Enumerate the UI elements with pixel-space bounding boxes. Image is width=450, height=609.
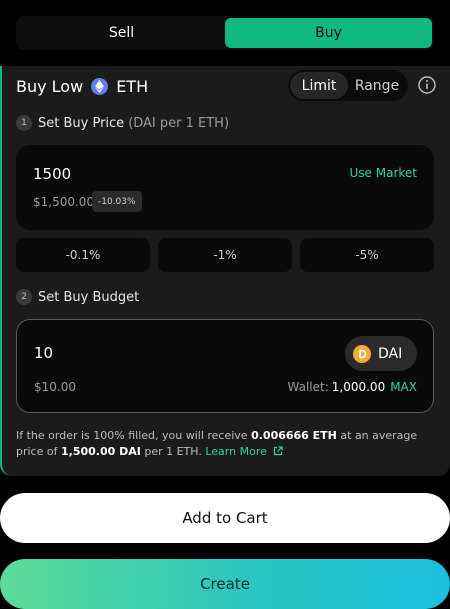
step-number: 1: [16, 115, 32, 131]
price-input[interactable]: 1500: [33, 165, 71, 183]
buy-budget-field[interactable]: 10 DAI $10.00 Wallet: 1,000.00 MAX: [16, 319, 434, 413]
wallet-balance: Wallet: 1,000.00 MAX: [288, 380, 417, 394]
add-to-cart-button[interactable]: Add to Cart: [0, 493, 450, 543]
price-change-badge: -10.03%: [92, 191, 142, 212]
token-selector[interactable]: DAI: [345, 336, 417, 371]
mode-range-tab[interactable]: Range: [348, 72, 406, 99]
step-sublabel: (DAI per 1 ETH): [128, 115, 230, 131]
adjust-0-1-button[interactable]: -0.1%: [16, 238, 150, 272]
order-title: Buy Low: [16, 76, 84, 96]
order-summary: If the order is 100% filled, you will re…: [16, 428, 426, 460]
sell-tab[interactable]: Sell: [18, 18, 225, 48]
buy-price-field[interactable]: 1500 Use Market $1,500.00 -10.03%: [16, 145, 434, 230]
step-label: Set Buy Budget: [38, 289, 140, 305]
step-buy-price: 1 Set Buy Price (DAI per 1 ETH): [16, 115, 229, 131]
budget-usd-value: $10.00: [34, 380, 76, 394]
info-icon[interactable]: [418, 76, 436, 94]
eth-icon: [91, 77, 109, 95]
learn-more-link[interactable]: Learn More: [205, 445, 283, 458]
step-buy-budget: 2 Set Buy Budget: [16, 289, 139, 305]
create-button[interactable]: Create: [0, 559, 450, 609]
step-label: Set Buy Price: [38, 115, 125, 131]
use-market-button[interactable]: Use Market: [350, 166, 417, 180]
summary-text: per 1 ETH.: [140, 445, 206, 458]
summary-price: 1,500.00 DAI: [60, 445, 141, 458]
step-number: 2: [16, 289, 32, 305]
adjust-5-button[interactable]: -5%: [300, 238, 434, 272]
wallet-label: Wallet:: [287, 380, 329, 394]
max-button[interactable]: MAX: [390, 380, 417, 394]
mode-limit-tab[interactable]: Limit: [290, 72, 348, 99]
summary-text: If the order is 100% filled, you will re…: [16, 429, 252, 442]
order-mode-toggle: Limit Range: [288, 70, 408, 101]
budget-input[interactable]: 10: [34, 344, 53, 362]
buy-tab[interactable]: Buy: [225, 18, 432, 48]
adjust-1-button[interactable]: -1%: [158, 238, 292, 272]
side-toggle: Sell Buy: [16, 16, 434, 50]
token-label: DAI: [378, 345, 403, 362]
price-adjust-row: -0.1% -1% -5%: [16, 238, 434, 272]
order-header: Buy Low ETH Limit Range: [16, 70, 436, 102]
external-link-icon: [274, 446, 283, 456]
price-usd-value: $1,500.00: [33, 195, 95, 209]
order-token: ETH: [116, 76, 149, 96]
summary-amount: 0.006666 ETH: [251, 429, 337, 442]
wallet-amount: 1,000.00: [331, 380, 386, 394]
learn-more-label: Learn More: [205, 445, 267, 458]
order-card: Buy Low ETH Limit Range 1 Set Buy Price …: [0, 66, 450, 476]
dai-icon: [353, 344, 371, 363]
